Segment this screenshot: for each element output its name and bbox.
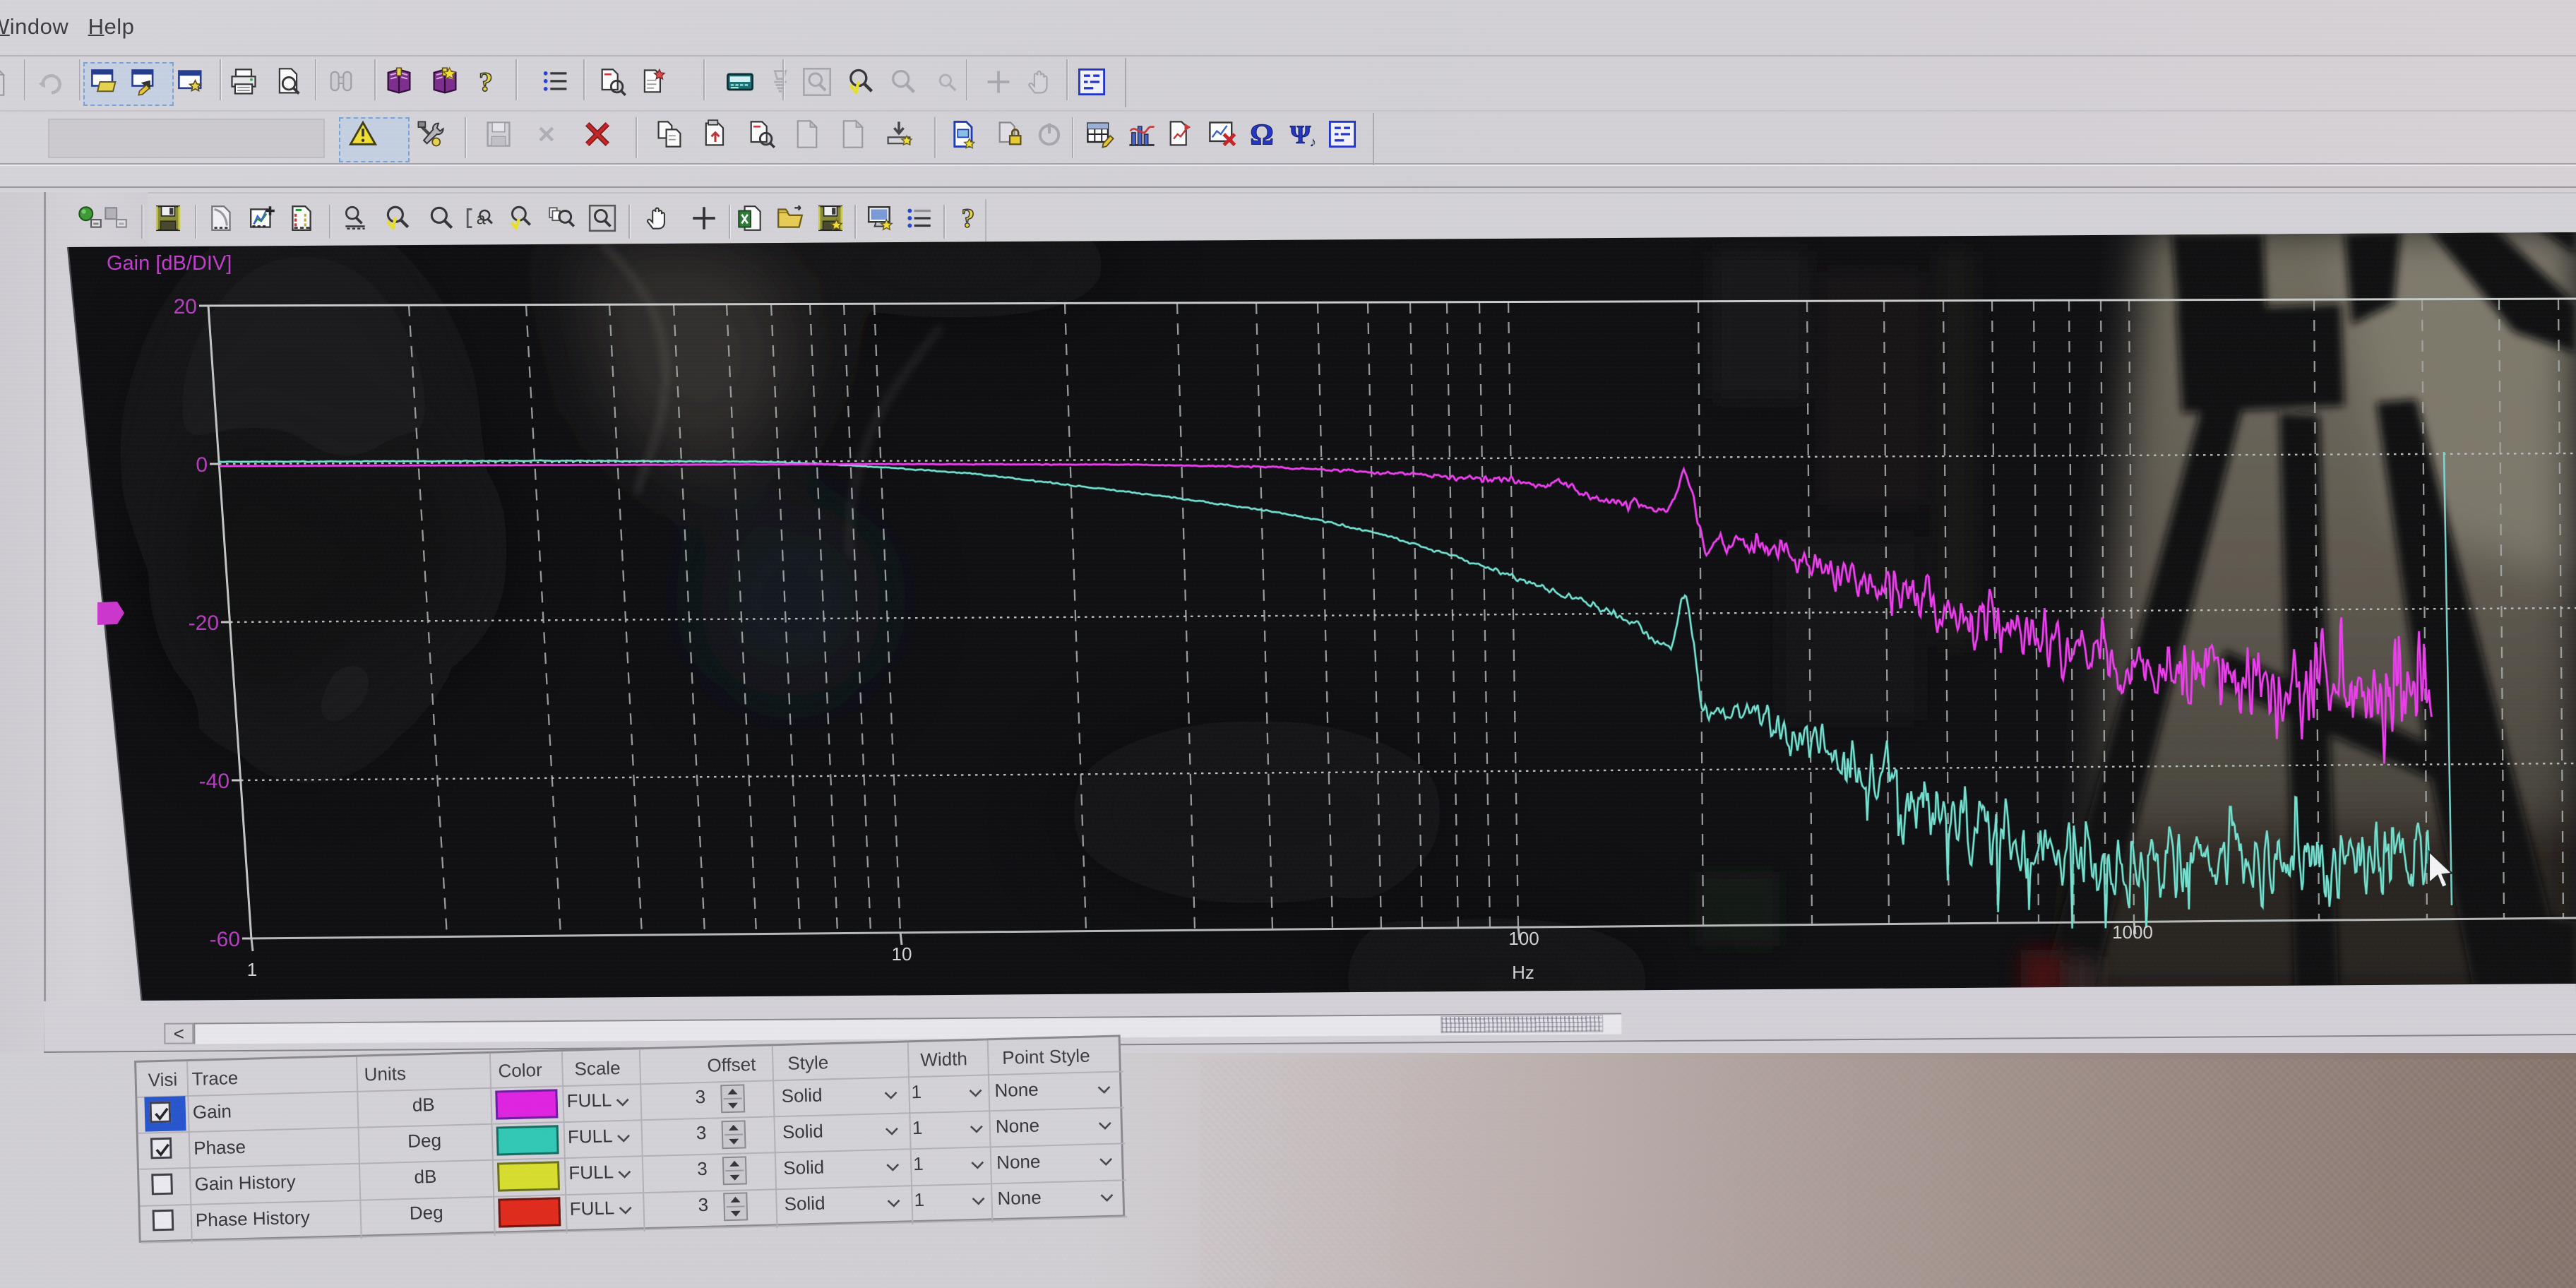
svg-text:100: 100	[1508, 928, 1539, 949]
svg-text:1: 1	[247, 959, 257, 980]
svg-text:1000: 1000	[2112, 922, 2153, 943]
svg-text:-60: -60	[210, 928, 240, 951]
svg-text:0: 0	[196, 453, 208, 477]
svg-text:20: 20	[174, 295, 197, 318]
svg-text:Hz: Hz	[1512, 962, 1534, 983]
svg-text:10: 10	[892, 943, 912, 965]
svg-text:-20: -20	[189, 612, 219, 635]
svg-text:-40: -40	[199, 770, 229, 793]
svg-text:Gain [dB/DIV]: Gain [dB/DIV]	[107, 252, 232, 275]
